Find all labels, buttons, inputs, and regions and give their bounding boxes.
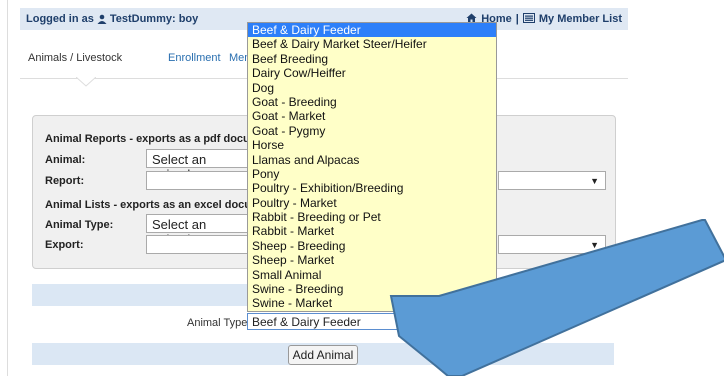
callout-arrow-icon — [389, 219, 724, 376]
callout-arrow-overlay — [389, 219, 724, 376]
